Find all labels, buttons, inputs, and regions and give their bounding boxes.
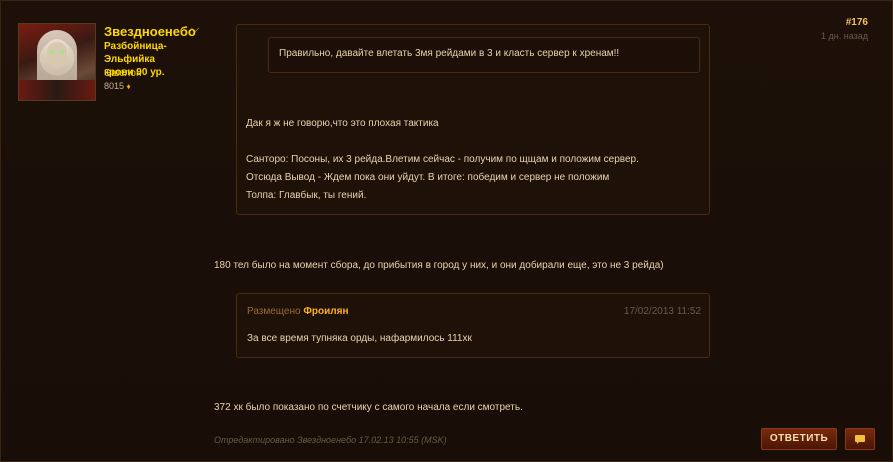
avatar-eye-right	[60, 51, 64, 53]
post-time: 1 дн. назад	[821, 31, 868, 41]
avatar-eye-left	[50, 51, 54, 53]
quote-posted-label: Размещено	[247, 306, 301, 317]
quote-button[interactable]	[845, 428, 875, 450]
quote-author-link[interactable]: Фроилян	[303, 306, 348, 317]
reply-button[interactable]: ОТВЕТИТЬ	[761, 428, 837, 450]
quote-line: Толпа: Главбык, ты гений.	[246, 190, 367, 201]
quote-date: 17/02/2013 11:52	[623, 306, 701, 317]
author-points: 8015 ♦	[104, 81, 131, 91]
nested-quote-block: Правильно, давайте влетать 3мя рейдами в…	[268, 37, 700, 73]
chevron-down-icon[interactable]: ⌵	[191, 23, 199, 36]
avatar-face	[47, 42, 67, 68]
post-number[interactable]: #176	[846, 17, 868, 28]
author-name[interactable]: Звездноенебо	[104, 24, 196, 39]
quote-line: Дак я ж не говорю,что это плохая тактика	[246, 118, 439, 129]
forum-post: Звездноенебо ⌵ Разбойница-Эльфийка крови…	[0, 0, 893, 462]
quote-line: Отсюда Вывод - Ждем пока они уйдут. В ит…	[246, 172, 610, 183]
achievement-icon: ♦	[126, 82, 131, 91]
author-guild[interactable]: Эшелон	[104, 68, 141, 79]
edited-note: Отредактировано Звездноенебо 17.02.13 10…	[214, 435, 447, 445]
author-class-line1: Разбойница-Эльфийка	[104, 41, 167, 65]
post-body-text: 372 хк было показано по счетчику с самог…	[214, 402, 523, 413]
avatar[interactable]	[18, 23, 96, 101]
quote-attribution: Размещено Фроилян	[247, 306, 349, 317]
quote-text: За все время тупняка орды, нафармилось 1…	[247, 333, 472, 344]
avatar-armor	[19, 80, 95, 100]
post-body-text: 180 тел было на момент сбора, до прибыти…	[214, 260, 664, 271]
quote-block: Размещено Фроилян 17/02/2013 11:52 За вс…	[236, 293, 710, 358]
speech-bubble-tail	[857, 441, 860, 444]
nested-quote-text: Правильно, давайте влетать 3мя рейдами в…	[279, 48, 620, 59]
quote-line: Санторо: Посоны, их 3 рейда.Влетим сейча…	[246, 154, 639, 165]
author-points-value: 8015	[104, 81, 125, 91]
quote-block: Правильно, давайте влетать 3мя рейдами в…	[236, 24, 710, 215]
